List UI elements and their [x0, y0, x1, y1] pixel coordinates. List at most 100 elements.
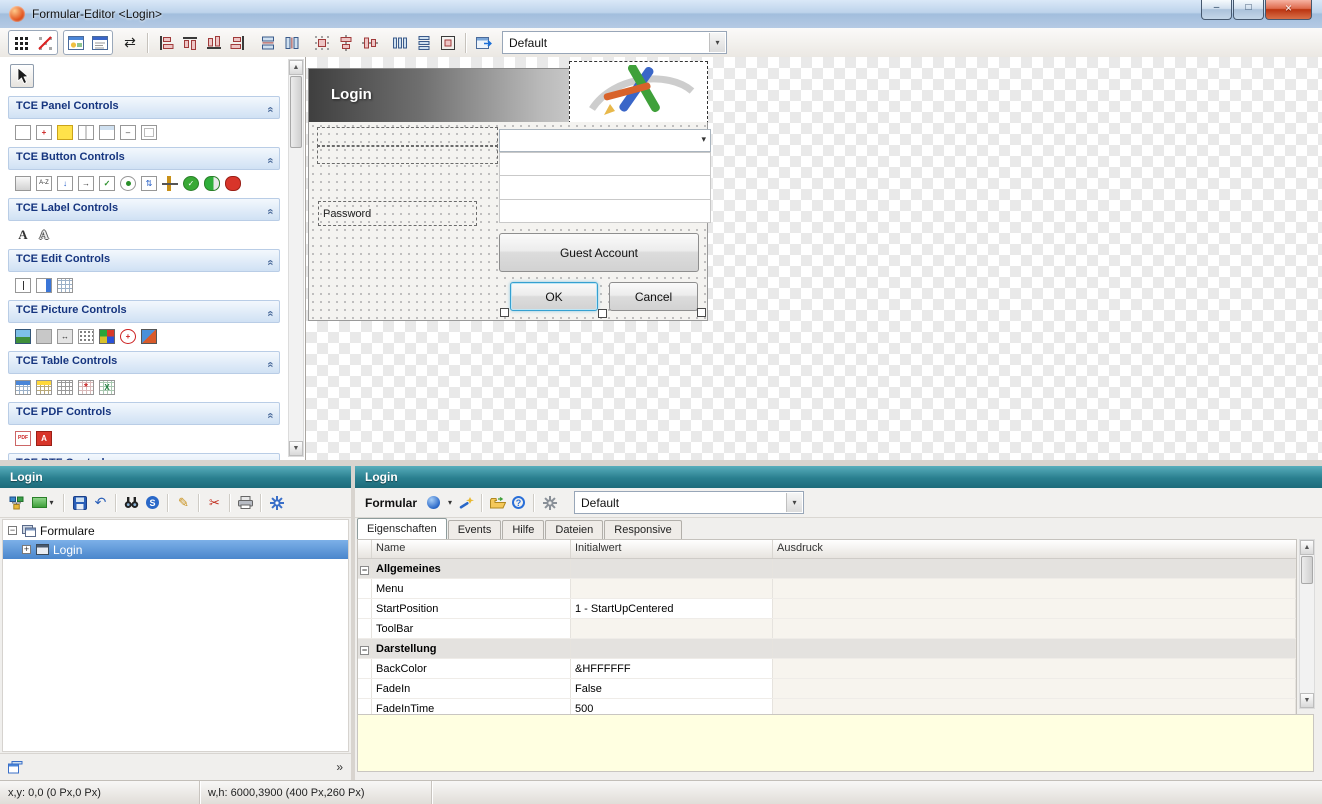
save-icon[interactable]: [69, 492, 90, 513]
toolbox-section-edit-controls[interactable]: TCE Edit Controls »: [8, 249, 280, 272]
placeholder-image-control-icon[interactable]: [36, 329, 52, 344]
column-header-initialwert[interactable]: Initialwert: [571, 540, 773, 558]
object-dropdown-icon[interactable]: ▾: [444, 492, 456, 513]
radio-button-control-icon[interactable]: [120, 176, 136, 191]
property-expression[interactable]: [773, 619, 1296, 638]
form-object-icon[interactable]: [423, 492, 444, 513]
form-code-icon[interactable]: [88, 31, 112, 54]
resize-handle[interactable]: [598, 309, 607, 318]
property-expression[interactable]: [773, 659, 1296, 678]
open-folder-icon[interactable]: [487, 492, 508, 513]
ok-button[interactable]: OK: [510, 282, 598, 311]
titlebar[interactable]: Formular-Editor <Login> – □ ×: [0, 0, 1322, 29]
form-combobox[interactable]: ▾: [499, 129, 711, 152]
style-icon[interactable]: S: [142, 492, 163, 513]
color-squares-control-icon[interactable]: [99, 329, 115, 344]
frame-control-icon[interactable]: [141, 125, 157, 140]
form-textfield[interactable]: [499, 152, 711, 176]
property-value[interactable]: [571, 579, 773, 598]
tab-events[interactable]: Events: [447, 520, 502, 539]
property-value[interactable]: 1 - StartUpCentered: [571, 599, 773, 618]
tab-eigenschaften[interactable]: Eigenschaften: [357, 518, 447, 539]
scrollbar-thumb[interactable]: [1301, 556, 1313, 584]
stacked-forms-icon[interactable]: [8, 760, 23, 774]
gear-icon[interactable]: [539, 492, 560, 513]
forms-hierarchy-icon[interactable]: [6, 492, 27, 513]
tree-node-login[interactable]: + Login: [3, 540, 348, 559]
toolbox-section-panel-controls[interactable]: TCE Panel Controls »: [8, 96, 280, 119]
button-control-icon[interactable]: [15, 176, 31, 191]
property-name[interactable]: BackColor: [372, 659, 571, 678]
split-panel-control-icon[interactable]: +: [36, 125, 52, 140]
styled-table-control-icon[interactable]: [36, 380, 52, 395]
label-control-icon[interactable]: A: [15, 227, 31, 242]
property-row[interactable]: FadeIn False: [358, 679, 1296, 699]
close-button[interactable]: ×: [1265, 0, 1312, 20]
new-form-dropdown[interactable]: ▾: [27, 492, 59, 513]
swap-orientation-icon[interactable]: ⇄: [118, 31, 142, 54]
excel-table-control-icon[interactable]: X: [99, 380, 115, 395]
column-header-ausdruck[interactable]: Ausdruck: [773, 540, 1296, 558]
slider-control-icon[interactable]: [162, 176, 178, 191]
scroll-up-icon[interactable]: ▲: [1300, 540, 1314, 555]
image-control-icon[interactable]: [15, 329, 31, 344]
label-placeholder[interactable]: [317, 145, 498, 164]
design-surface[interactable]: Login ▾ Password Guest Account OK Cancel: [306, 57, 1322, 460]
collapse-section-icon[interactable]: »: [261, 208, 280, 214]
undo-icon[interactable]: ↶: [90, 492, 111, 513]
scroll-down-icon[interactable]: ▼: [289, 441, 303, 456]
align-bottom-icon[interactable]: [202, 31, 226, 54]
combobox-dropdown-icon[interactable]: ▾: [786, 493, 803, 512]
property-name[interactable]: Menu: [372, 579, 571, 598]
property-group-row[interactable]: − Darstellung: [358, 639, 1296, 659]
panel-control-icon[interactable]: [15, 125, 31, 140]
distribute-vertical-icon[interactable]: [412, 31, 436, 54]
help-icon[interactable]: ?: [508, 492, 529, 513]
center-horizontal-icon[interactable]: [334, 31, 358, 54]
property-row[interactable]: BackColor &HFFFFFF: [358, 659, 1296, 679]
settings-icon[interactable]: [266, 492, 287, 513]
collapse-section-icon[interactable]: »: [261, 259, 280, 265]
form-textfield[interactable]: [499, 175, 711, 200]
property-name[interactable]: FadeIn: [372, 679, 571, 698]
pdf-document-control-icon[interactable]: A: [36, 431, 52, 446]
dropdown-button-control-icon[interactable]: ↓: [57, 176, 73, 191]
property-group-row[interactable]: − Allgemeines: [358, 559, 1296, 579]
toolbox-scrollbar[interactable]: ▲ ▼: [288, 59, 304, 457]
label-placeholder[interactable]: [317, 127, 498, 147]
form-textfield[interactable]: [499, 199, 711, 223]
property-value[interactable]: &HFFFFFF: [571, 659, 773, 678]
collapse-section-icon[interactable]: »: [261, 310, 280, 316]
property-name[interactable]: ToolBar: [372, 619, 571, 638]
combobox-dropdown-icon[interactable]: ▾: [701, 134, 706, 145]
guest-account-button[interactable]: Guest Account: [499, 233, 699, 272]
combobox-dropdown-icon[interactable]: ▾: [709, 33, 725, 52]
cancel-button[interactable]: Cancel: [609, 282, 698, 311]
wizard-icon[interactable]: [456, 492, 477, 513]
property-expression[interactable]: [773, 599, 1296, 618]
form-preview-icon[interactable]: [64, 31, 88, 54]
align-right-icon[interactable]: [226, 31, 250, 54]
hotspot-control-icon[interactable]: +: [120, 329, 136, 344]
forms-tree[interactable]: − Formulare + Login: [2, 519, 349, 752]
property-row[interactable]: Menu: [358, 579, 1296, 599]
record-button-control-icon[interactable]: [225, 176, 241, 191]
collapse-section-icon[interactable]: »: [261, 157, 280, 163]
align-left-icon[interactable]: [154, 31, 178, 54]
maximize-button[interactable]: □: [1233, 0, 1264, 20]
minimize-button[interactable]: –: [1201, 0, 1232, 20]
collapse-group-icon[interactable]: −: [360, 566, 369, 575]
same-height-icon[interactable]: [280, 31, 304, 54]
tab-dateien[interactable]: Dateien: [545, 520, 604, 539]
image-align-control-icon[interactable]: ↔: [57, 329, 73, 344]
data-table-control-icon[interactable]: *: [78, 380, 94, 395]
az-button-control-icon[interactable]: A-Z: [36, 176, 52, 191]
center-vertical-icon[interactable]: [358, 31, 382, 54]
expand-node-icon[interactable]: +: [22, 545, 31, 554]
scroll-into-view-icon[interactable]: [472, 31, 496, 54]
pointer-tool-button[interactable]: [10, 64, 34, 88]
collapse-section-icon[interactable]: »: [261, 106, 280, 112]
plain-table-control-icon[interactable]: [57, 380, 73, 395]
checkbox-control-icon[interactable]: ✓: [99, 176, 115, 191]
table-control-icon[interactable]: [15, 380, 31, 395]
